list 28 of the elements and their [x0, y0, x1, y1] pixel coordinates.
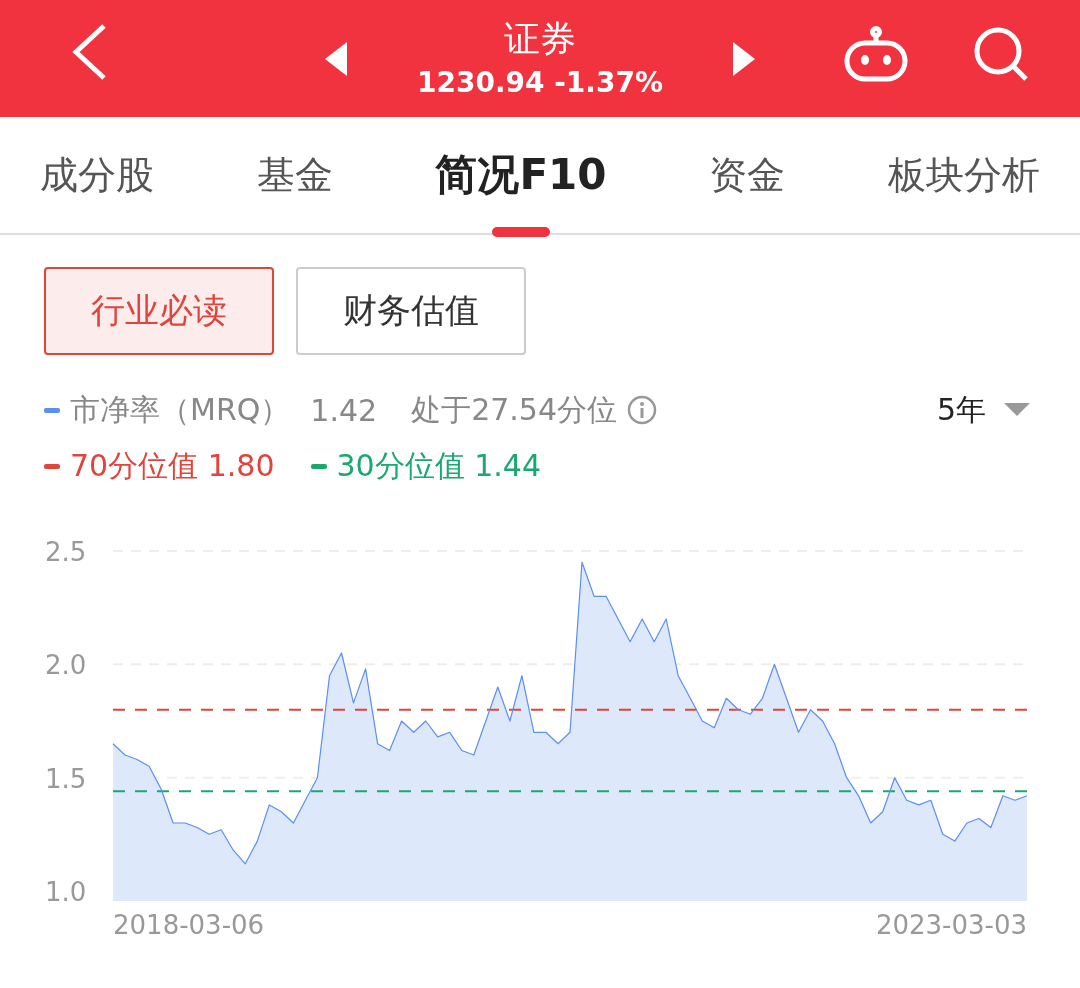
info-icon[interactable]: [627, 395, 658, 425]
x-axis-label: 2023-03-03: [875, 910, 1027, 940]
legend-label: 市净率（MRQ）: [70, 390, 291, 429]
tab[interactable]: 板块分析: [887, 149, 1040, 201]
percentile-text: 处于27.54分位: [411, 390, 618, 429]
legend-label: 30分位值 1.44: [336, 446, 542, 485]
next-icon[interactable]: [733, 41, 755, 76]
index-quote: 1230.94 -1.37%: [416, 64, 663, 101]
y-axis-label: 1.5: [45, 763, 87, 794]
previous-icon[interactable]: [324, 41, 347, 76]
segment-button[interactable]: 财务估值: [296, 267, 526, 355]
caret-icon: [1004, 403, 1030, 417]
legend-value: 1.42: [310, 392, 378, 428]
tab[interactable]: 简况F10: [435, 147, 607, 203]
robot-icon[interactable]: [843, 26, 909, 82]
period-dropdown[interactable]: 5年: [936, 389, 1030, 431]
tab-indicator: [491, 227, 550, 237]
tab[interactable]: 基金: [256, 149, 333, 201]
y-axis-label: 1.0: [45, 877, 87, 907]
y-axis-label: 2.5: [45, 537, 87, 567]
tab[interactable]: 资金: [709, 149, 786, 201]
y-axis-label: 2.0: [45, 650, 87, 681]
tab[interactable]: 成分股: [40, 149, 154, 201]
legend-label: 70分位值 1.80: [70, 446, 275, 485]
x-axis-label: 2018-03-06: [113, 910, 265, 940]
search-icon[interactable]: [973, 26, 1029, 82]
index-title: 证券: [504, 16, 576, 61]
segment-button[interactable]: 行业必读: [44, 267, 274, 355]
